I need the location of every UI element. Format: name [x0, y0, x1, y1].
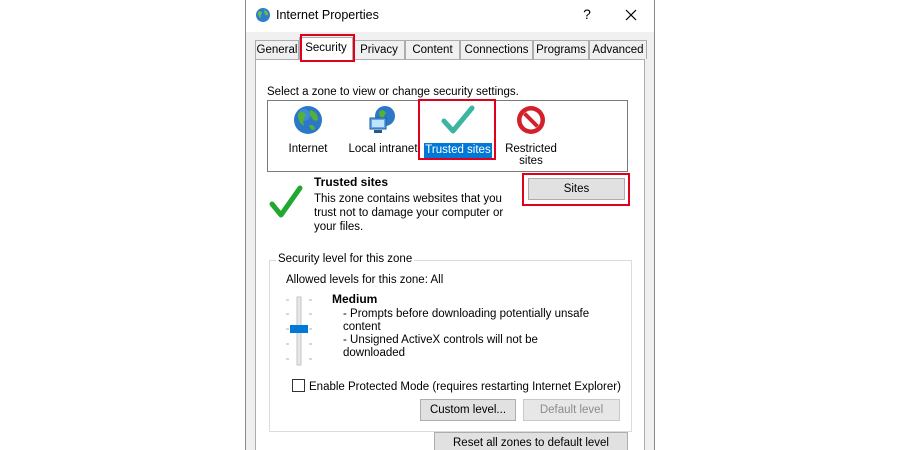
close-button[interactable]	[618, 4, 644, 28]
zone-restricted-sites[interactable]: Restricted sites	[501, 104, 561, 167]
tab-connections[interactable]: Connections	[460, 40, 533, 59]
help-button[interactable]: ?	[576, 6, 598, 26]
tab-programs[interactable]: Programs	[533, 40, 589, 59]
zone-label: Internet	[288, 143, 328, 155]
level-detail-line: - Unsigned ActiveX controls will not be …	[343, 334, 538, 359]
zone-title: Trusted sites	[314, 175, 389, 189]
window-title: Internet Properties	[276, 8, 379, 22]
close-icon	[625, 9, 637, 21]
zone-description-line: your files.	[314, 221, 364, 233]
security-level-legend: Security level for this zone	[276, 253, 415, 265]
tab-content[interactable]: Content	[405, 40, 460, 59]
level-details: - Prompts before downloading potentially…	[343, 308, 603, 360]
checkmark-icon	[269, 185, 303, 218]
tab-advanced[interactable]: Advanced	[589, 40, 647, 59]
globe-icon	[256, 8, 270, 22]
zone-trusted-sites[interactable]: Trusted sites	[424, 104, 492, 158]
zone-internet[interactable]: Internet	[284, 104, 332, 156]
checkmark-icon	[441, 105, 475, 134]
tab-security[interactable]: Security	[299, 37, 353, 60]
zone-label: Trusted sites	[424, 143, 492, 158]
zone-description-line: This zone contains websites that you	[314, 193, 502, 205]
internet-properties-dialog: Internet Properties ? General Security P…	[245, 0, 655, 450]
zone-intro-text: Select a zone to view or change security…	[267, 86, 519, 98]
globe-icon	[294, 106, 322, 134]
allowed-levels-text: Allowed levels for this zone: All	[286, 274, 444, 286]
default-level-button: Default level	[523, 399, 620, 421]
sites-button[interactable]: Sites	[528, 178, 625, 200]
level-detail-line: - Prompts before downloading potentially…	[343, 308, 590, 320]
zone-label: Restricted sites	[501, 143, 561, 167]
zone-local-intranet[interactable]: Local intranet	[346, 104, 420, 156]
zone-description-line: trust not to damage your computer or	[314, 207, 504, 219]
zone-label: Local intranet	[348, 143, 418, 155]
protected-mode-label: Enable Protected Mode (requires restarti…	[309, 381, 621, 393]
level-name: Medium	[332, 292, 378, 306]
checkbox-box[interactable]	[292, 379, 305, 392]
reset-all-zones-button[interactable]: Reset all zones to default level	[434, 432, 628, 450]
security-level-slider[interactable]	[284, 295, 314, 367]
tab-general[interactable]: General	[255, 40, 299, 59]
zone-label-line2: sites	[519, 155, 543, 167]
protected-mode-checkbox[interactable]: Enable Protected Mode (requires restarti…	[292, 379, 621, 393]
zone-description: This zone contains websites that you tru…	[314, 192, 514, 234]
title-bar: Internet Properties ?	[246, 0, 654, 32]
intranet-icon	[369, 106, 395, 133]
level-detail-line: content	[343, 321, 381, 333]
tab-privacy[interactable]: Privacy	[353, 40, 405, 59]
no-entry-icon	[517, 106, 545, 134]
zone-label-line1: Restricted	[505, 143, 557, 155]
custom-level-button[interactable]: Custom level...	[420, 399, 516, 421]
